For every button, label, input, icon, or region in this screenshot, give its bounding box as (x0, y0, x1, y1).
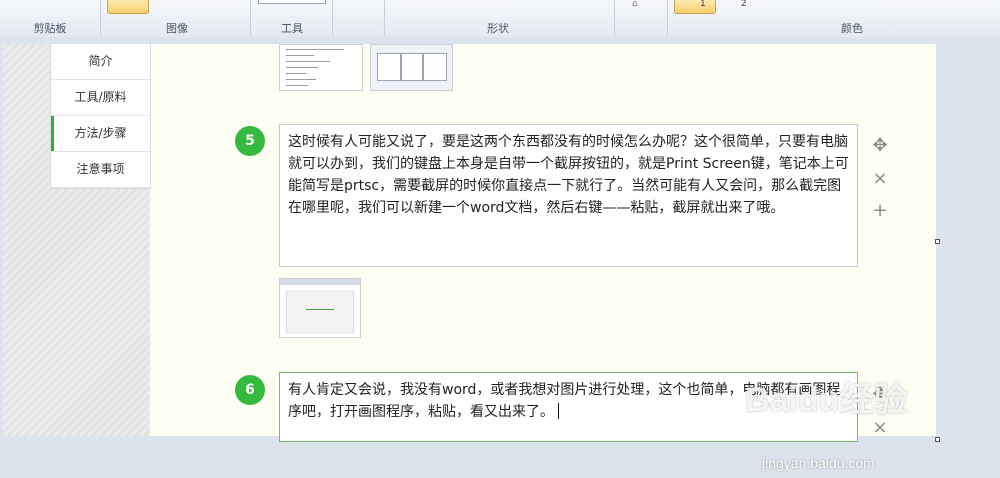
watermark-url: jingyan.baidu.com (762, 455, 875, 471)
group-label-tools: 工具 (281, 22, 303, 35)
thumbnail-body (286, 291, 354, 333)
move-icon[interactable]: ✥ (871, 135, 889, 156)
thumbnail-line (286, 49, 344, 50)
thumbnail-toolbar (280, 279, 360, 285)
nav-label: 工具/原料 (74, 90, 127, 104)
step-number-badge: 5 (235, 126, 265, 156)
selected-tool-button[interactable] (107, 0, 149, 14)
step-image-thumbnail[interactable] (279, 44, 363, 91)
plus-icon[interactable]: + (871, 200, 889, 221)
close-icon[interactable]: × (871, 168, 889, 189)
thumbnail-line (306, 309, 334, 310)
color1-label: 1 (700, 0, 706, 9)
step-text-box[interactable]: 这时候有人可能又说了，要是这两个东西都没有的时候怎么办呢？这个很简单，只要有电脑… (279, 124, 858, 267)
group-label-shapes: 形状 (487, 22, 509, 35)
group-label-clipboard: 剪贴板 (33, 22, 67, 35)
thumbnail-window (377, 53, 401, 81)
nav-item-steps[interactable]: 方法/步骤 (51, 116, 150, 152)
nav-label: 简介 (88, 54, 113, 68)
thumbnail-line (286, 55, 314, 56)
ribbon-divider (100, 0, 101, 36)
thumbnail-line (286, 61, 330, 62)
text-caret (558, 403, 559, 419)
thumbnail-line (286, 73, 306, 74)
step-number-badge: 6 (235, 375, 265, 405)
thumbnail-line (286, 79, 316, 80)
thumbnail-line (286, 85, 308, 86)
paint-ribbon: ⌂ 1 2 剪贴板 图像 工具 形状 颜色 (0, 0, 1000, 38)
thumbnail-window (401, 53, 423, 81)
thumbnail-line (286, 67, 318, 68)
resize-handle-right[interactable] (935, 239, 940, 244)
step-image-thumbnail[interactable] (370, 44, 453, 91)
nav-label: 方法/步骤 (74, 126, 127, 140)
color2-label: 2 (741, 0, 747, 9)
ribbon-divider (332, 0, 333, 36)
step-text: 这时候有人可能又说了，要是这两个东西都没有的时候怎么办呢？这个很简单，只要有电脑… (288, 134, 849, 216)
ribbon-divider (667, 0, 668, 36)
group-label-image: 图像 (166, 22, 188, 35)
tool-dropdown[interactable] (258, 0, 326, 4)
nav-item-tools[interactable]: 工具/原料 (51, 80, 150, 116)
group-label-colors: 颜色 (841, 22, 863, 35)
baidu-watermark-logo: Baidu经验 (745, 381, 908, 419)
thumbnail-window (423, 53, 447, 81)
nav-item-intro[interactable]: 简介 (51, 44, 150, 80)
article-nav: 简介 工具/原料 方法/步骤 注意事项 (50, 44, 151, 189)
color1-button[interactable] (674, 0, 716, 14)
nav-label: 注意事项 (76, 162, 125, 176)
nav-item-notes[interactable]: 注意事项 (51, 152, 150, 188)
ribbon-divider (384, 0, 385, 36)
ribbon-divider (250, 0, 251, 36)
ribbon-divider (614, 0, 615, 36)
resize-handle-corner[interactable] (935, 437, 940, 442)
ribbon-small-glyph: ⌂ (632, 0, 638, 9)
step-image-thumbnail[interactable] (279, 278, 361, 338)
